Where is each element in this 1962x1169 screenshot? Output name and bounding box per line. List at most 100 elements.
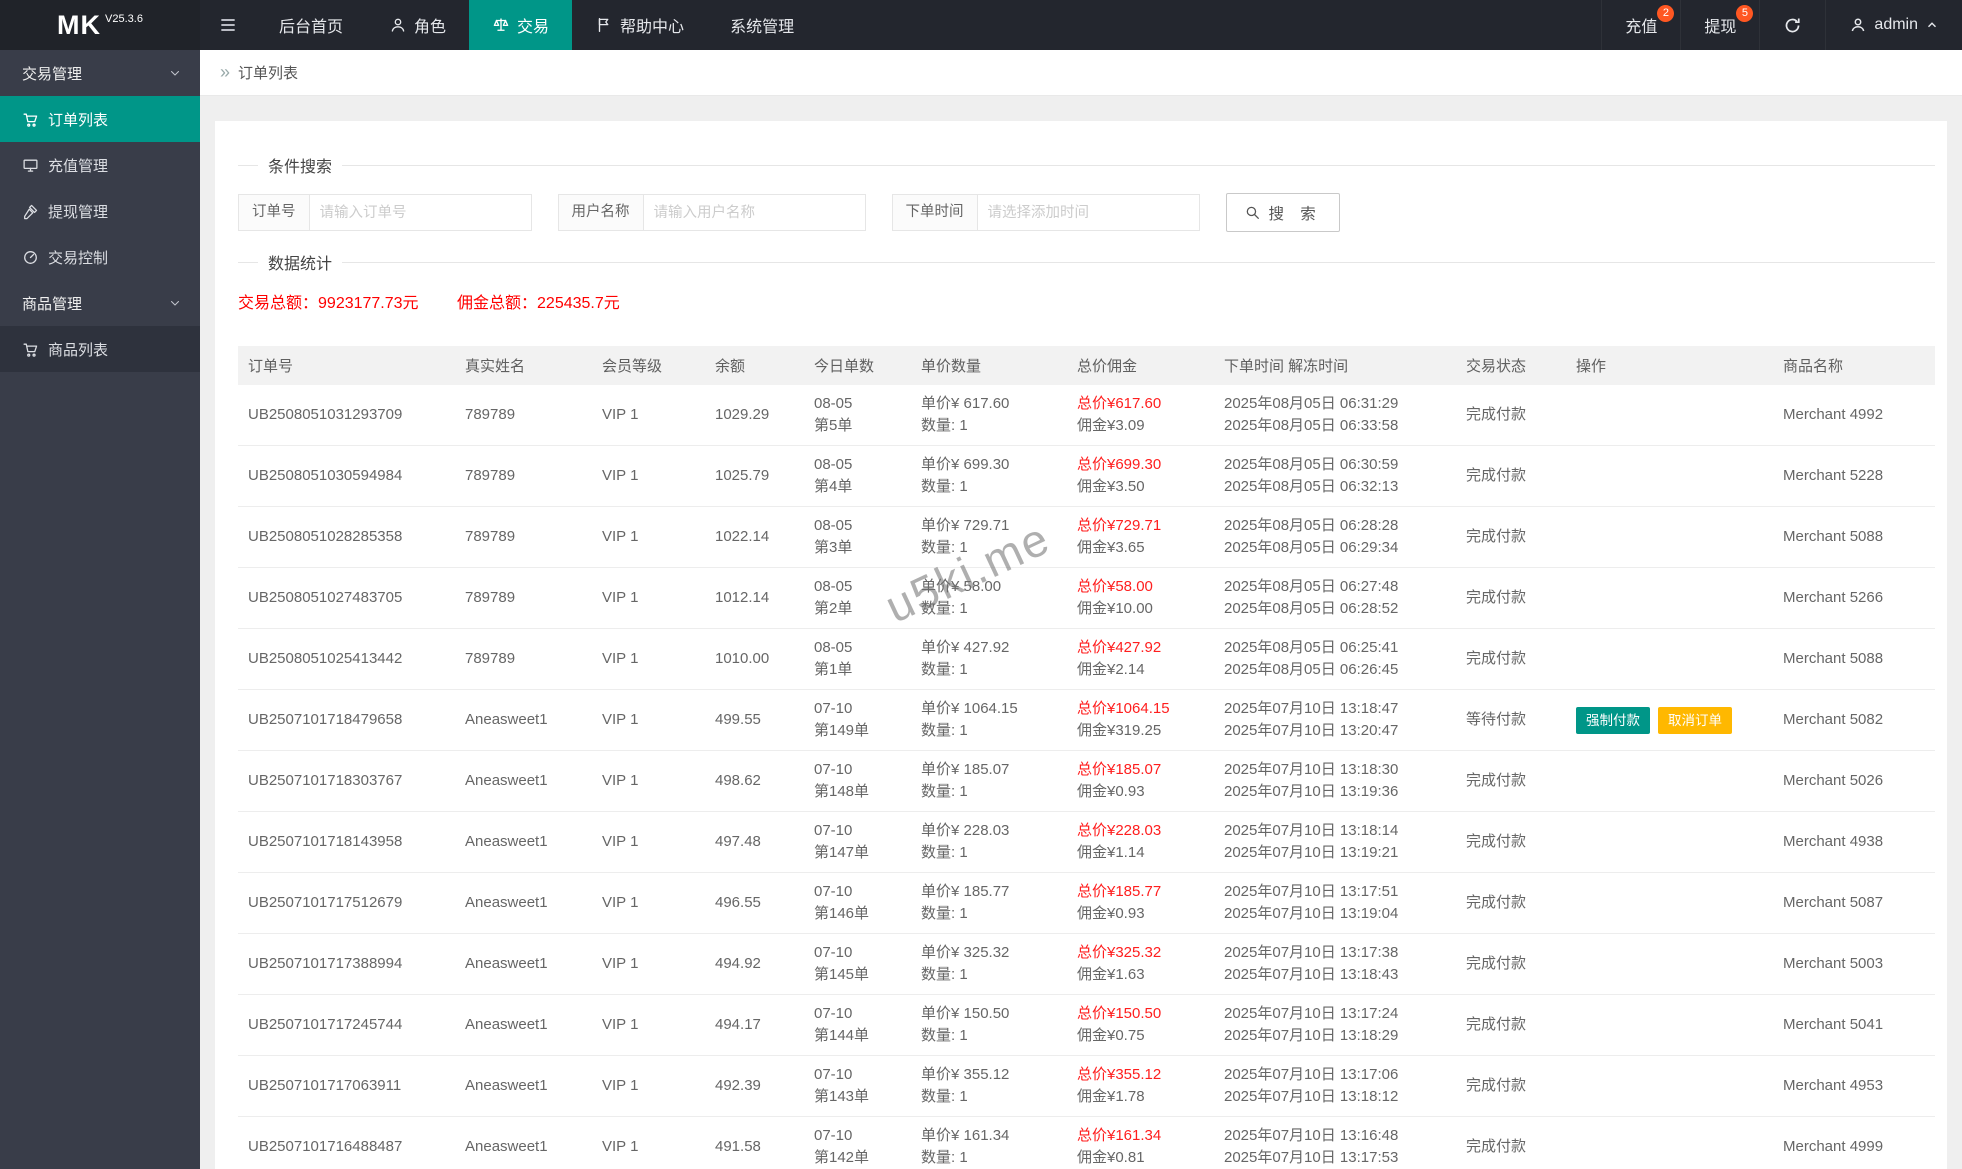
main-area: » 订单列表 条件搜索 订单号 用户名称 下单时间 搜 索 数据统计 交易总额：992… xyxy=(200,50,1962,1169)
cell-balance: 1025.79 xyxy=(705,445,804,507)
nav-item-help[interactable]: 帮助中心 xyxy=(572,0,707,50)
cell-actions xyxy=(1566,506,1773,568)
cell-status: 完成付款 xyxy=(1456,385,1566,446)
cell-real-name: Aneasweet1 xyxy=(455,994,592,1056)
cell-status: 完成付款 xyxy=(1456,1116,1566,1169)
table-row: UB2507101718143958 Aneasweet1 VIP 1 497.48 0… xyxy=(238,811,1935,873)
hammer-icon xyxy=(22,203,39,220)
withdraw-label: 提现 xyxy=(1704,19,1737,36)
recharge-nav-button[interactable]: 充值 2 xyxy=(1601,0,1680,50)
table-row: UB2507101717063911 Aneasweet1 VIP 1 492.39 0… xyxy=(238,1055,1935,1117)
order-no-input[interactable] xyxy=(309,194,532,231)
top-navbar: MK V25.3.6 后台首页 角色 交易 帮助中心 系统管理 充值 2 提现 5 xyxy=(0,0,1962,50)
cell-real-name: 789789 xyxy=(455,385,592,446)
table-row: UB2507101718479658 Aneasweet1 VIP 1 499.55 0… xyxy=(238,689,1935,751)
user-menu[interactable]: admin xyxy=(1825,0,1962,50)
cell-order-no: UB2508051027483705 xyxy=(238,567,455,629)
sidebar-toggle-button[interactable] xyxy=(200,0,256,50)
sidebar-group-label: 商品管理 xyxy=(22,295,83,313)
search-button[interactable]: 搜 索 xyxy=(1225,193,1340,232)
search-icon xyxy=(1244,204,1261,221)
cell-total-commission: 总价¥325.32 佣金¥1.63 xyxy=(1067,933,1214,995)
cell-times: 2025年07月10日 13:17:24 2025年07月10日 13:18:29 xyxy=(1214,994,1456,1056)
search-group-user-name: 用户名称 xyxy=(557,194,866,231)
nav-item-home-label: 后台首页 xyxy=(279,19,344,36)
nav-item-help-label: 帮助中心 xyxy=(620,19,685,36)
cell-real-name: Aneasweet1 xyxy=(455,872,592,934)
cell-merchant: Merchant 4992 xyxy=(1773,385,1935,446)
nav-item-role-label: 角色 xyxy=(414,19,447,36)
cell-order-no: UB2507101717388994 xyxy=(238,933,455,995)
cell-merchant: Merchant 5266 xyxy=(1773,567,1935,629)
cell-times: 2025年08月05日 06:30:59 2025年08月05日 06:32:13 xyxy=(1214,445,1456,507)
cell-order-no: UB2508051031293709 xyxy=(238,385,455,446)
search-group-order-no: 订单号 xyxy=(238,194,532,231)
cell-vip-level: VIP 1 xyxy=(592,994,705,1056)
cell-merchant: Merchant 5228 xyxy=(1773,445,1935,507)
cell-merchant: Merchant 5082 xyxy=(1773,689,1935,751)
cell-today-orders: 07-10 第147单 xyxy=(804,811,911,873)
cell-times: 2025年07月10日 13:16:48 2025年07月10日 13:17:53 xyxy=(1214,1116,1456,1169)
cell-today-orders: 07-10 第145单 xyxy=(804,933,911,995)
cell-total-commission: 总价¥355.12 佣金¥1.78 xyxy=(1067,1055,1214,1117)
nav-item-trade[interactable]: 交易 xyxy=(469,0,573,50)
sidebar-group-goods-management[interactable]: 商品管理 xyxy=(0,280,200,326)
sidebar-item-recharge-management[interactable]: 充值管理 xyxy=(0,142,200,188)
cell-times: 2025年07月10日 13:18:30 2025年07月10日 13:19:36 xyxy=(1214,750,1456,812)
cell-times: 2025年08月05日 06:25:41 2025年08月05日 06:26:45 xyxy=(1214,628,1456,690)
monitor-icon xyxy=(22,157,39,174)
column-header: 会员等级 xyxy=(592,346,705,385)
cell-vip-level: VIP 1 xyxy=(592,689,705,751)
cell-total-commission: 总价¥617.60 佣金¥3.09 xyxy=(1067,385,1214,446)
cell-status: 完成付款 xyxy=(1456,445,1566,507)
nav-item-trade-label: 交易 xyxy=(517,19,550,36)
cell-order-no: UB2508051030594984 xyxy=(238,445,455,507)
cell-status: 完成付款 xyxy=(1456,811,1566,873)
cancel-order-button[interactable]: 取消订单 xyxy=(1658,706,1732,734)
nav-item-system[interactable]: 系统管理 xyxy=(707,0,817,50)
cell-total-commission: 总价¥185.07 佣金¥0.93 xyxy=(1067,750,1214,812)
sidebar-item-order-list[interactable]: 订单列表 xyxy=(0,96,200,142)
column-header: 交易状态 xyxy=(1456,346,1566,385)
cell-unit-price-qty: 单价¥ 1064.15 数量: 1 xyxy=(911,689,1067,751)
chevron-down-icon xyxy=(168,66,182,80)
cell-unit-price-qty: 单价¥ 185.77 数量: 1 xyxy=(911,872,1067,934)
recharge-label: 充值 xyxy=(1625,19,1658,36)
cell-total-commission: 总价¥185.77 佣金¥0.93 xyxy=(1067,872,1214,934)
cell-times: 2025年08月05日 06:31:29 2025年08月05日 06:33:58 xyxy=(1214,385,1456,446)
cell-actions xyxy=(1566,872,1773,934)
cell-balance: 1012.14 xyxy=(705,567,804,629)
cell-order-no: UB2507101718303767 xyxy=(238,750,455,812)
column-header: 余额 xyxy=(705,346,804,385)
cell-balance: 496.55 xyxy=(705,872,804,934)
navbar-right: 充值 2 提现 5 admin xyxy=(1601,0,1962,50)
cell-real-name: 789789 xyxy=(455,628,592,690)
cell-real-name: 789789 xyxy=(455,445,592,507)
cell-total-commission: 总价¥729.71 佣金¥3.65 xyxy=(1067,506,1214,568)
cell-balance: 491.58 xyxy=(705,1116,804,1169)
sidebar-group-trade-management[interactable]: 交易管理 xyxy=(0,50,200,96)
cell-today-orders: 07-10 第142单 xyxy=(804,1116,911,1169)
order-list-card: 条件搜索 订单号 用户名称 下单时间 搜 索 数据统计 交易总额：9923177.73… xyxy=(215,121,1947,1169)
sidebar: 交易管理 订单列表充值管理提现管理 交易控制商品管理商品列表 xyxy=(0,50,200,1169)
sidebar-item-trade-control[interactable]: 交易控制 xyxy=(0,234,200,280)
order-time-input[interactable] xyxy=(977,194,1200,231)
sidebar-item-label: 充值管理 xyxy=(48,157,109,175)
cell-vip-level: VIP 1 xyxy=(592,811,705,873)
withdraw-nav-button[interactable]: 提现 5 xyxy=(1680,0,1759,50)
cell-unit-price-qty: 单价¥ 325.32 数量: 1 xyxy=(911,933,1067,995)
cell-today-orders: 08-05 第5单 xyxy=(804,385,911,446)
commission-total: 佣金总额：225435.7元 xyxy=(457,295,620,312)
cell-balance: 1010.00 xyxy=(705,628,804,690)
cell-unit-price-qty: 单价¥ 228.03 数量: 1 xyxy=(911,811,1067,873)
cell-times: 2025年08月05日 06:28:28 2025年08月05日 06:29:34 xyxy=(1214,506,1456,568)
user-name-input[interactable] xyxy=(643,194,866,231)
force-pay-button[interactable]: 强制付款 xyxy=(1576,706,1650,734)
nav-item-role[interactable]: 角色 xyxy=(366,0,469,50)
cell-total-commission: 总价¥150.50 佣金¥0.75 xyxy=(1067,994,1214,1056)
nav-item-home[interactable]: 后台首页 xyxy=(256,0,366,50)
cell-merchant: Merchant 5041 xyxy=(1773,994,1935,1056)
refresh-button[interactable] xyxy=(1759,0,1825,50)
sidebar-item-goods-list[interactable]: 商品列表 xyxy=(0,326,200,372)
sidebar-item-withdraw-management[interactable]: 提现管理 xyxy=(0,188,200,234)
